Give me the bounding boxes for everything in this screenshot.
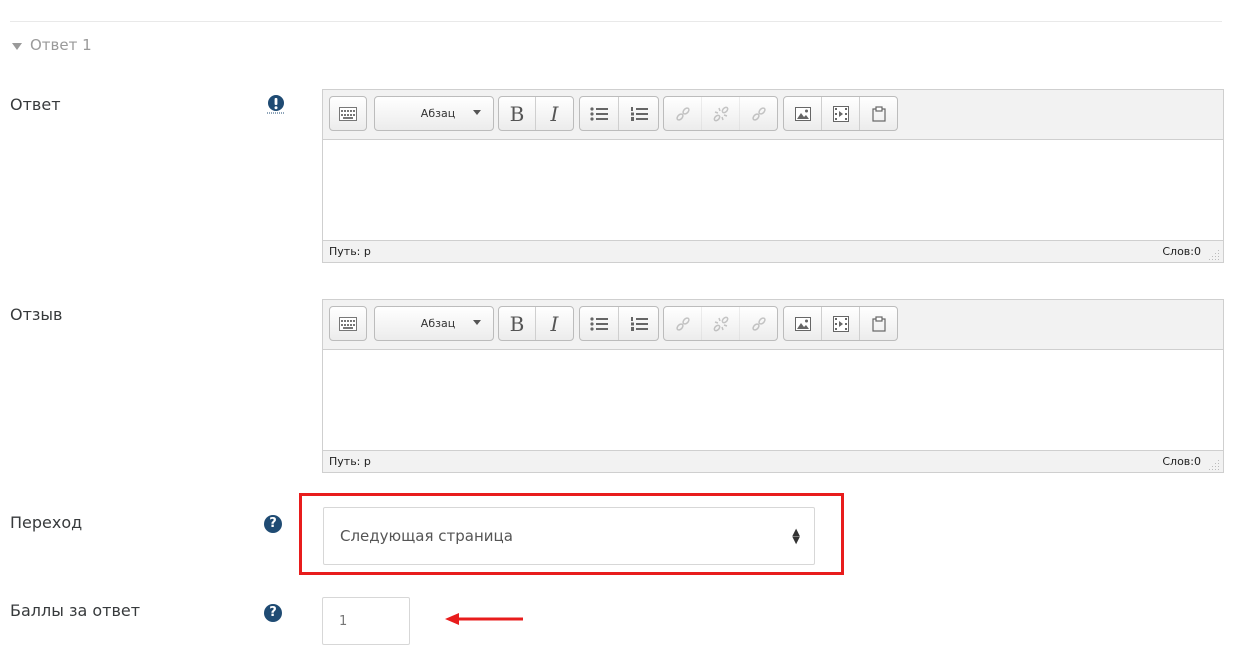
bold-button[interactable]: B bbox=[499, 307, 536, 340]
collapse-triangle-icon bbox=[12, 42, 22, 50]
unordered-list-button[interactable] bbox=[580, 97, 619, 130]
insert-image-button[interactable] bbox=[784, 97, 822, 130]
format-value: Абзац bbox=[420, 107, 456, 120]
editor-toolbar: Абзац B I bbox=[323, 90, 1223, 140]
list-group bbox=[579, 96, 659, 131]
toolbar-toggle-group bbox=[329, 96, 367, 131]
text-style-group: B I bbox=[498, 306, 574, 341]
section-header-answer-1[interactable]: Ответ 1 bbox=[12, 36, 92, 54]
format-value: Абзац bbox=[420, 317, 456, 330]
link-group bbox=[663, 306, 778, 341]
unlink-icon bbox=[713, 106, 728, 121]
feedback-edit-area[interactable] bbox=[323, 350, 1223, 450]
score-label: Баллы за ответ bbox=[10, 601, 141, 620]
insert-media-button[interactable] bbox=[822, 97, 860, 130]
keyboard-icon bbox=[339, 316, 357, 331]
insert-media-button[interactable] bbox=[822, 307, 860, 340]
required-icon[interactable] bbox=[266, 94, 286, 114]
jump-label: Переход bbox=[10, 513, 83, 532]
anchor-button[interactable] bbox=[740, 307, 777, 340]
italic-button[interactable]: I bbox=[536, 307, 573, 340]
italic-button[interactable]: I bbox=[536, 97, 573, 130]
section-title: Ответ 1 bbox=[30, 36, 92, 54]
link-icon bbox=[675, 316, 690, 331]
text-style-group: B I bbox=[498, 96, 574, 131]
bullet-list-icon bbox=[590, 316, 608, 331]
highlight-box bbox=[299, 493, 844, 575]
files-icon bbox=[871, 315, 886, 332]
list-group bbox=[579, 306, 659, 341]
element-path[interactable]: Путь: p bbox=[329, 455, 371, 468]
link-button[interactable] bbox=[664, 97, 702, 130]
unlink-button[interactable] bbox=[702, 307, 740, 340]
paragraph-format-select[interactable]: Абзац bbox=[375, 97, 493, 130]
score-value: 1 bbox=[339, 613, 348, 629]
format-select-group: Абзац bbox=[374, 306, 494, 341]
resize-grip-icon[interactable] bbox=[1208, 460, 1220, 470]
answer-edit-area[interactable] bbox=[323, 140, 1223, 240]
files-icon bbox=[871, 105, 886, 122]
bold-icon: B bbox=[509, 101, 525, 126]
manage-files-button[interactable] bbox=[860, 97, 897, 130]
ordered-list-button[interactable] bbox=[619, 97, 658, 130]
film-icon bbox=[832, 105, 849, 122]
score-input[interactable]: 1 bbox=[322, 597, 410, 645]
toolbar-toggle-button[interactable] bbox=[330, 97, 366, 130]
help-icon[interactable]: ? bbox=[264, 515, 282, 533]
keyboard-icon bbox=[339, 106, 357, 121]
dropdown-arrow-icon bbox=[473, 320, 481, 325]
image-icon bbox=[794, 316, 811, 331]
bold-button[interactable]: B bbox=[499, 97, 536, 130]
unlink-button[interactable] bbox=[702, 97, 740, 130]
link-icon bbox=[675, 106, 690, 121]
ordered-list-button[interactable] bbox=[619, 307, 658, 340]
paragraph-format-select[interactable]: Абзац bbox=[375, 307, 493, 340]
film-icon bbox=[832, 315, 849, 332]
answer-editor: Абзац B I Путь: p Слов:0 bbox=[322, 89, 1224, 263]
word-count: Слов:0 bbox=[1162, 455, 1201, 468]
section-divider bbox=[10, 21, 1222, 22]
red-arrow-icon bbox=[445, 613, 523, 625]
toolbar-toggle-button[interactable] bbox=[330, 307, 366, 340]
media-group bbox=[783, 96, 898, 131]
feedback-label: Отзыв bbox=[10, 305, 63, 324]
bullet-list-icon bbox=[590, 106, 608, 121]
answer-label: Ответ bbox=[10, 95, 61, 114]
link-button[interactable] bbox=[664, 307, 702, 340]
anchor-link-icon bbox=[751, 106, 766, 121]
bold-icon: B bbox=[509, 311, 525, 336]
italic-icon: I bbox=[550, 311, 559, 336]
format-select-group: Абзац bbox=[374, 96, 494, 131]
insert-image-button[interactable] bbox=[784, 307, 822, 340]
feedback-editor: Абзац B I Путь: p Слов:0 bbox=[322, 299, 1224, 473]
element-path[interactable]: Путь: p bbox=[329, 245, 371, 258]
manage-files-button[interactable] bbox=[860, 307, 897, 340]
help-icon[interactable]: ? bbox=[264, 604, 282, 622]
image-icon bbox=[794, 106, 811, 121]
editor-statusbar: Путь: p Слов:0 bbox=[323, 450, 1223, 472]
anchor-button[interactable] bbox=[740, 97, 777, 130]
dropdown-arrow-icon bbox=[473, 110, 481, 115]
toolbar-toggle-group bbox=[329, 306, 367, 341]
anchor-link-icon bbox=[751, 316, 766, 331]
unlink-icon bbox=[713, 316, 728, 331]
editor-statusbar: Путь: p Слов:0 bbox=[323, 240, 1223, 262]
numbered-list-icon bbox=[630, 316, 648, 331]
numbered-list-icon bbox=[630, 106, 648, 121]
media-group bbox=[783, 306, 898, 341]
editor-toolbar: Абзац B I bbox=[323, 300, 1223, 350]
unordered-list-button[interactable] bbox=[580, 307, 619, 340]
link-group bbox=[663, 96, 778, 131]
word-count: Слов:0 bbox=[1162, 245, 1201, 258]
italic-icon: I bbox=[550, 101, 559, 126]
resize-grip-icon[interactable] bbox=[1208, 250, 1220, 260]
